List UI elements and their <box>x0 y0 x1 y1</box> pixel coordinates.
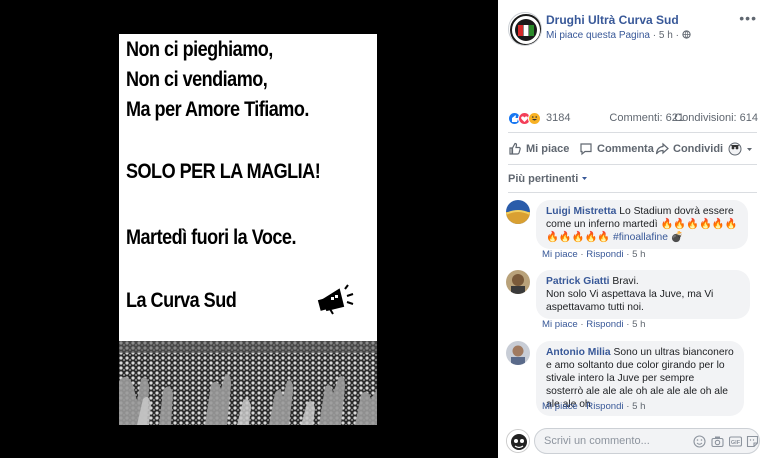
poster-line: Non ci vendiamo, <box>126 68 268 91</box>
comment-icon <box>580 143 592 156</box>
commenter-avatar[interactable] <box>506 200 530 224</box>
share-button-label: Condividi <box>673 143 724 155</box>
separator: · <box>626 249 630 260</box>
commenter-avatar[interactable] <box>506 341 530 365</box>
megaphone-icon <box>317 284 354 315</box>
comment-author[interactable]: Antonio Milia <box>546 347 611 358</box>
comment-actions: Mi piace · Rispondi · 5 h <box>542 319 646 330</box>
drughi-logo-icon <box>510 14 541 45</box>
comment-like-link[interactable]: Mi piace <box>542 401 578 412</box>
poster-line: Non ci pieghiamo, <box>126 38 273 61</box>
comment-text: Non solo Vi aspettava la Juve, ma Vi asp… <box>546 289 714 313</box>
thumbs-up-icon <box>509 142 521 155</box>
current-user-avatar[interactable] <box>506 429 530 453</box>
svg-text:GIF: GIF <box>731 440 741 446</box>
emoji-icon[interactable] <box>693 435 706 448</box>
comment-composer: Scrivi un commento... GIF <box>506 427 761 455</box>
comment-actions: Mi piace · Rispondi · 5 h <box>542 249 646 260</box>
comment-bubble: Patrick Giatti Bravi. Non solo Vi aspett… <box>536 270 750 319</box>
comment-item: Luigi Mistretta Lo Stadium dovrà essere … <box>506 200 761 262</box>
comment-button-label: Commenta <box>597 143 654 155</box>
bomb-emoji-icon: 💣 <box>670 232 684 243</box>
comment-like-link[interactable]: Mi piace <box>542 319 578 330</box>
comment-author[interactable]: Patrick Giatti <box>546 276 610 287</box>
comment-actions: Mi piace · Rispondi · 5 h <box>542 401 646 412</box>
crowd-image <box>119 341 377 425</box>
divider <box>508 192 757 193</box>
hashtag-link[interactable]: #finoallafine <box>613 232 668 243</box>
comment-sort-dropdown[interactable]: Più pertinenti <box>508 173 588 185</box>
like-button-label: Mi piace <box>526 143 570 155</box>
globe-icon <box>682 30 691 39</box>
more-options-icon[interactable]: ••• <box>739 10 757 26</box>
post-time[interactable]: 5 h <box>659 30 673 41</box>
comment-input[interactable]: Scrivi un commento... <box>544 435 650 447</box>
action-bar: Mi piace Commenta Condividi <box>498 140 767 160</box>
like-page-link[interactable]: Mi piace questa Pagina <box>546 30 650 41</box>
post-sidebar: Drughi Ultrà Curva Sud Mi piace questa P… <box>498 0 767 458</box>
separator: · <box>626 401 630 412</box>
like-button[interactable]: Mi piace <box>508 142 569 156</box>
post-meta: Mi piace questa Pagina · 5 h · <box>546 30 691 41</box>
comment-reply-link[interactable]: Rispondi <box>586 249 623 260</box>
poster-line: Martedì fuori la Voce. <box>126 226 296 249</box>
separator: · <box>580 319 584 330</box>
divider <box>508 132 757 133</box>
page-name-link[interactable]: Drughi Ultrà Curva Sud <box>546 13 679 27</box>
chevron-down-icon <box>582 177 588 180</box>
post-photo-viewer[interactable]: Non ci pieghiamo, Non ci vendiamo, Ma pe… <box>0 0 498 458</box>
separator: · <box>580 249 584 260</box>
divider <box>508 164 757 165</box>
separator: · <box>580 401 584 412</box>
reaction-count[interactable]: 3184 <box>546 112 570 124</box>
chevron-down-icon <box>747 147 752 151</box>
comment-time[interactable]: 5 h <box>632 249 645 260</box>
page-avatar[interactable] <box>508 12 542 46</box>
separator: · <box>675 30 679 41</box>
poster-line: SOLO PER LA MAGLIA! <box>126 160 321 183</box>
reaction-profile-selector[interactable] <box>728 142 753 156</box>
comment-author[interactable]: Luigi Mistretta <box>546 206 616 217</box>
profile-avatar-icon <box>728 142 742 156</box>
comment-count[interactable]: Commenti: 621 <box>609 112 684 124</box>
gif-icon[interactable]: GIF <box>729 435 742 448</box>
share-icon <box>655 142 669 155</box>
haha-reaction-icon[interactable] <box>528 112 541 125</box>
share-button[interactable]: Condividi <box>655 142 723 156</box>
share-count[interactable]: Condivisioni: 614 <box>674 112 758 124</box>
comment-input-box[interactable]: Scrivi un commento... GIF <box>534 428 760 454</box>
separator: · <box>652 30 657 41</box>
separator: · <box>626 319 630 330</box>
commenter-avatar[interactable] <box>506 270 530 294</box>
sticker-icon[interactable] <box>746 435 759 448</box>
comment-reply-link[interactable]: Rispondi <box>586 401 623 412</box>
post-stats: 3184 Commenti: 621 Condivisioni: 614 <box>508 109 758 127</box>
comment-time[interactable]: 5 h <box>632 319 645 330</box>
post-header: Drughi Ultrà Curva Sud Mi piace questa P… <box>498 0 767 56</box>
poster-line: La Curva Sud <box>126 289 237 312</box>
comment-like-link[interactable]: Mi piace <box>542 249 578 260</box>
comment-bubble: Luigi Mistretta Lo Stadium dovrà essere … <box>536 200 748 249</box>
poster-line: Ma per Amore Tifiamo. <box>126 98 309 121</box>
comment-time[interactable]: 5 h <box>632 401 645 412</box>
camera-icon[interactable] <box>711 435 724 448</box>
comment-item: Antonio Milia Sono un ultras bianconero … <box>506 341 761 417</box>
comment-reply-link[interactable]: Rispondi <box>586 319 623 330</box>
comment-button[interactable]: Commenta <box>579 142 654 156</box>
comment-text: Bravi. <box>612 276 639 287</box>
poster-image[interactable]: Non ci pieghiamo, Non ci vendiamo, Ma pe… <box>119 34 377 425</box>
comment-item: Patrick Giatti Bravi. Non solo Vi aspett… <box>506 270 761 332</box>
sort-label: Più pertinenti <box>508 173 579 185</box>
